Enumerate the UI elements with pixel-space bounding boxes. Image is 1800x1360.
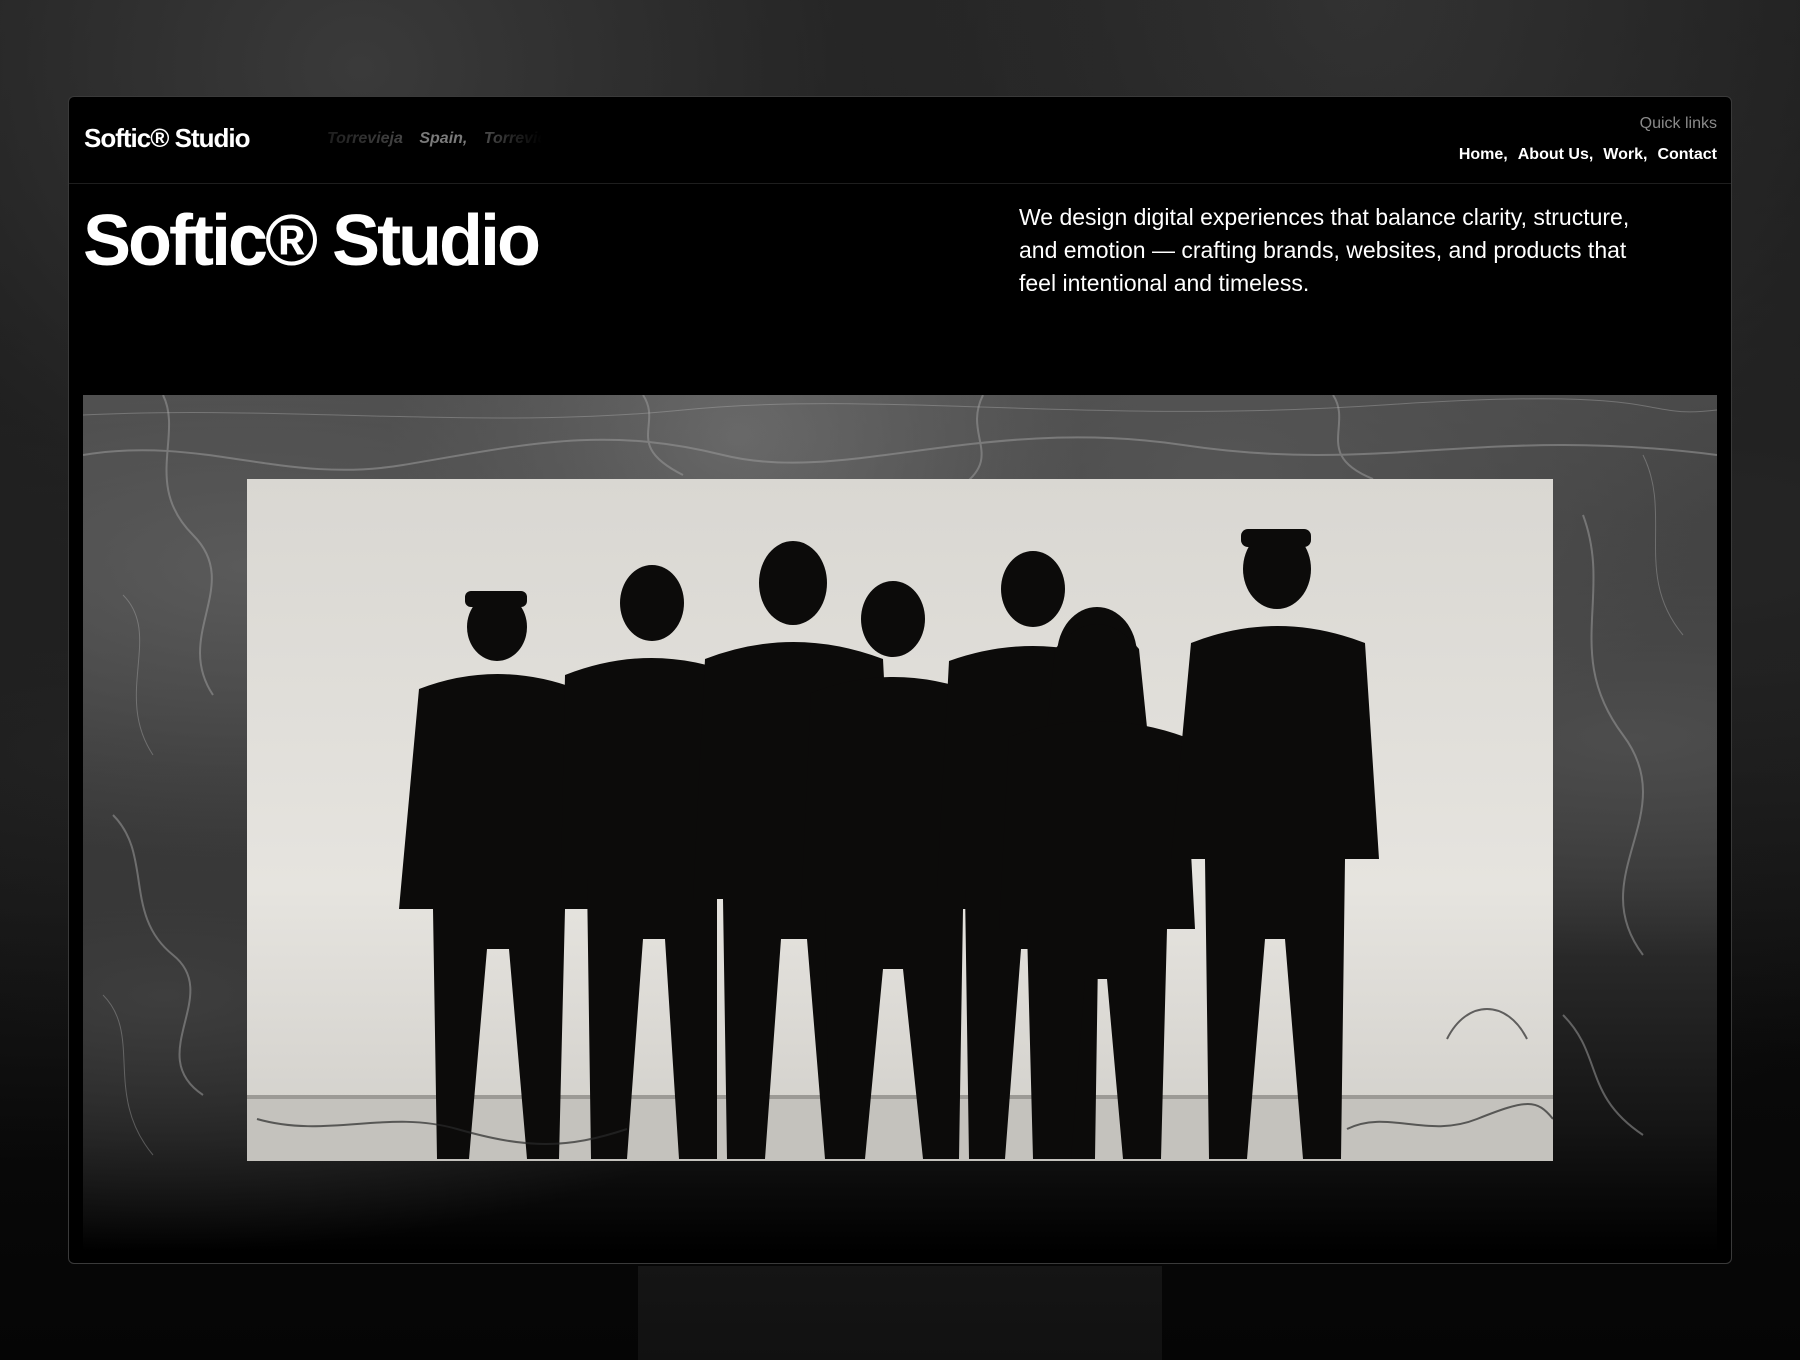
ticker-item: Torrevieja (483, 130, 542, 147)
monitor-stand (638, 1266, 1162, 1360)
nav-logo[interactable]: Softic® Studio (84, 123, 250, 154)
top-navigation: Softic® Studio Torrevieja Spain, Torrevi… (69, 97, 1731, 184)
hero-title: Softic® Studio (83, 201, 541, 281)
nav-link-about-us[interactable]: About Us, (1518, 146, 1594, 164)
quick-links-title: Quick links (1639, 115, 1717, 132)
location-ticker: Torrevieja Spain, Torrevieja (327, 130, 542, 154)
quick-links: Home, About Us, Work, Contact (1459, 146, 1717, 164)
hero-image (83, 395, 1717, 1253)
nav-link-work[interactable]: Work, (1603, 146, 1647, 164)
ticker-item: Spain, (419, 130, 468, 147)
nav-link-contact[interactable]: Contact (1657, 146, 1717, 164)
team-photo (247, 479, 1553, 1161)
ticker-item: Torrevieja (327, 130, 403, 147)
nav-link-home[interactable]: Home, (1459, 146, 1508, 164)
team-silhouettes (247, 529, 1553, 1161)
monitor-screen: Softic® Studio Torrevieja Spain, Torrevi… (68, 96, 1732, 1264)
hero-description: We design digital experiences that balan… (1019, 204, 1630, 296)
